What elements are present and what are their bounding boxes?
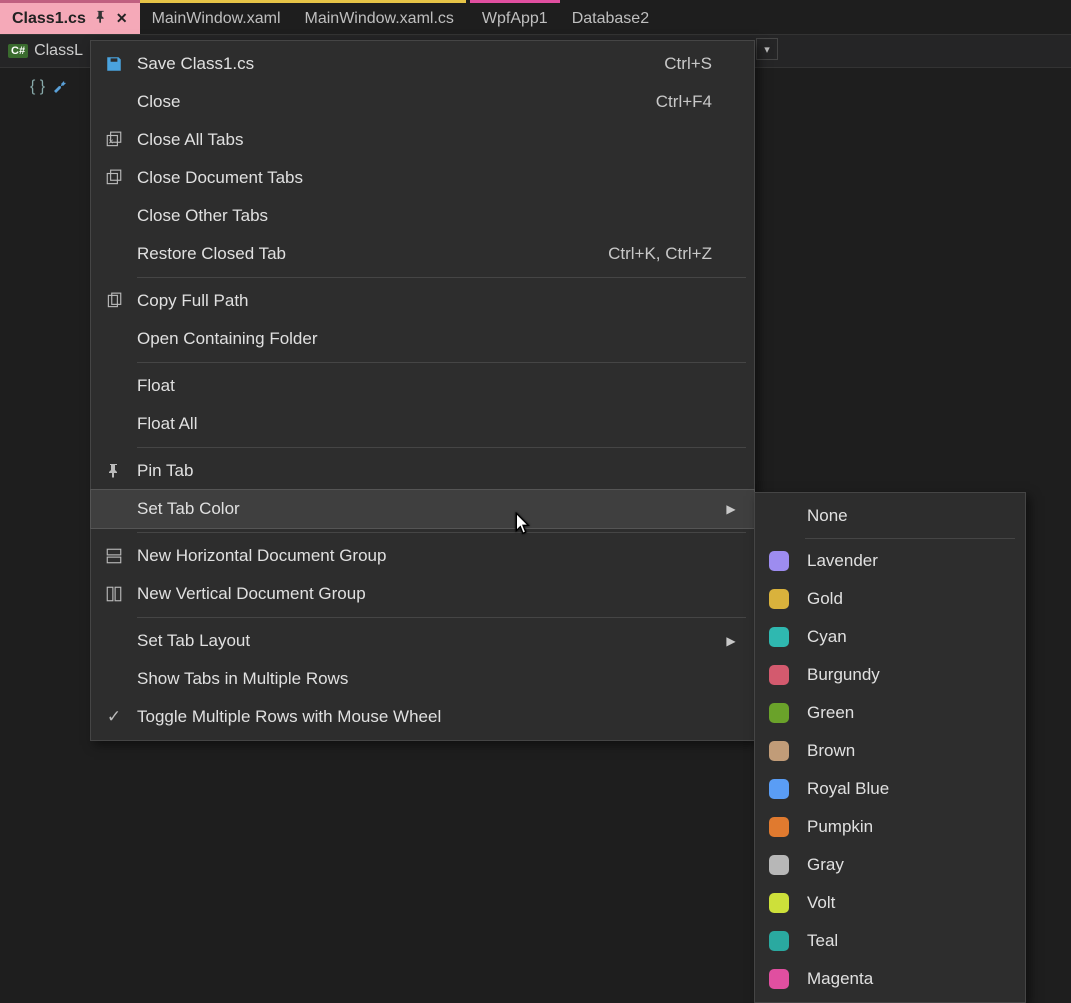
menu-separator	[137, 277, 746, 278]
menu-separator	[137, 617, 746, 618]
tab-mainwindow-xaml-cs[interactable]: MainWindow.xaml.cs	[293, 0, 466, 34]
color-swatch-icon	[769, 779, 789, 799]
color-label: Teal	[807, 931, 838, 951]
tab-context-menu: Save Class1.cs Ctrl+S Close Ctrl+F4 × Cl…	[90, 40, 755, 741]
color-gold[interactable]: Gold	[755, 580, 1025, 618]
tab-label: WpfApp1	[482, 10, 548, 28]
color-swatch-icon	[769, 627, 789, 647]
tab-label: Class1.cs	[12, 10, 86, 28]
menu-separator	[137, 447, 746, 448]
tab-label: MainWindow.xaml	[152, 10, 281, 28]
color-burgundy[interactable]: Burgundy	[755, 656, 1025, 694]
menu-float[interactable]: Float	[91, 367, 754, 405]
color-swatch-icon	[769, 589, 789, 609]
menu-separator	[137, 362, 746, 363]
pin-icon[interactable]	[94, 10, 108, 27]
breadcrumb-project[interactable]: ClassL	[34, 42, 83, 60]
tab-database2[interactable]: Database2	[560, 0, 661, 34]
tab-label: MainWindow.xaml.cs	[305, 10, 454, 28]
dropdown-icon[interactable]: ▾	[756, 38, 778, 60]
color-swatch-icon	[769, 893, 789, 913]
menu-new-vertical-group[interactable]: New Vertical Document Group	[91, 575, 754, 613]
color-swatch-icon	[769, 703, 789, 723]
color-green[interactable]: Green	[755, 694, 1025, 732]
color-label: Burgundy	[807, 665, 880, 685]
copy-icon	[91, 292, 137, 310]
menu-shortcut: Ctrl+S	[664, 54, 722, 74]
color-cyan[interactable]: Cyan	[755, 618, 1025, 656]
color-magenta[interactable]: Magenta	[755, 960, 1025, 998]
color-swatch-icon	[769, 969, 789, 989]
menu-close[interactable]: Close Ctrl+F4	[91, 83, 754, 121]
color-swatch-icon	[769, 665, 789, 685]
color-swatch-icon	[769, 817, 789, 837]
menu-close-all-tabs[interactable]: × Close All Tabs	[91, 121, 754, 159]
color-label: Lavender	[807, 551, 878, 571]
tab-class1[interactable]: Class1.cs ✕	[0, 0, 140, 34]
save-icon	[91, 55, 137, 73]
color-label: Volt	[807, 893, 835, 913]
color-royal-blue[interactable]: Royal Blue	[755, 770, 1025, 808]
color-none[interactable]: None	[755, 497, 1025, 535]
color-label: Green	[807, 703, 854, 723]
menu-copy-full-path[interactable]: Copy Full Path	[91, 282, 754, 320]
document-tabs: Class1.cs ✕ MainWindow.xaml MainWindow.x…	[0, 0, 1071, 34]
color-swatch-icon	[769, 741, 789, 761]
menu-toggle-multiple-rows-wheel[interactable]: ✓ Toggle Multiple Rows with Mouse Wheel	[91, 698, 754, 736]
color-teal[interactable]: Teal	[755, 922, 1025, 960]
tab-mainwindow-xaml[interactable]: MainWindow.xaml	[140, 0, 293, 34]
horizontal-group-icon	[91, 547, 137, 565]
menu-close-document-tabs[interactable]: Close Document Tabs	[91, 159, 754, 197]
color-swatch-icon	[769, 551, 789, 571]
menu-open-containing-folder[interactable]: Open Containing Folder	[91, 320, 754, 358]
color-gray[interactable]: Gray	[755, 846, 1025, 884]
svg-text:×: ×	[108, 137, 113, 147]
tab-wpfapp1[interactable]: WpfApp1	[470, 0, 560, 34]
pin-icon	[91, 463, 137, 479]
color-pumpkin[interactable]: Pumpkin	[755, 808, 1025, 846]
color-label: Royal Blue	[807, 779, 889, 799]
chevron-right-icon: ▶	[722, 634, 740, 648]
color-label: Gray	[807, 855, 844, 875]
menu-restore-closed-tab[interactable]: Restore Closed Tab Ctrl+K, Ctrl+Z	[91, 235, 754, 273]
menu-close-other-tabs[interactable]: Close Other Tabs	[91, 197, 754, 235]
color-volt[interactable]: Volt	[755, 884, 1025, 922]
color-brown[interactable]: Brown	[755, 732, 1025, 770]
braces-icon: { }	[30, 78, 45, 99]
menu-label: Save Class1.cs	[137, 54, 664, 74]
menu-show-tabs-multiple-rows[interactable]: Show Tabs in Multiple Rows	[91, 660, 754, 698]
menu-separator	[805, 538, 1015, 539]
gutter-icons: { }	[30, 78, 67, 99]
close-all-icon: ×	[91, 131, 137, 149]
color-label: Brown	[807, 741, 855, 761]
menu-float-all[interactable]: Float All	[91, 405, 754, 443]
color-label: Magenta	[807, 969, 873, 989]
close-docs-icon	[91, 169, 137, 187]
tab-color-submenu: None Lavender Gold Cyan Burgundy Green B…	[754, 492, 1026, 1003]
color-label: Cyan	[807, 627, 847, 647]
csharp-badge-icon: C#	[8, 44, 28, 58]
wrench-icon[interactable]	[51, 78, 67, 99]
menu-separator	[137, 532, 746, 533]
color-lavender[interactable]: Lavender	[755, 542, 1025, 580]
check-icon: ✓	[91, 707, 137, 727]
close-icon[interactable]: ✕	[116, 10, 128, 27]
vertical-group-icon	[91, 585, 137, 603]
color-swatch-icon	[769, 931, 789, 951]
menu-set-tab-color[interactable]: Set Tab Color ▶	[91, 490, 754, 528]
color-label: None	[807, 506, 848, 526]
menu-pin-tab[interactable]: Pin Tab	[91, 452, 754, 490]
menu-set-tab-layout[interactable]: Set Tab Layout ▶	[91, 622, 754, 660]
tab-label: Database2	[572, 10, 649, 28]
color-label: Gold	[807, 589, 843, 609]
chevron-right-icon: ▶	[722, 502, 740, 516]
menu-save[interactable]: Save Class1.cs Ctrl+S	[91, 45, 754, 83]
color-swatch-icon	[769, 855, 789, 875]
color-label: Pumpkin	[807, 817, 873, 837]
menu-new-horizontal-group[interactable]: New Horizontal Document Group	[91, 537, 754, 575]
